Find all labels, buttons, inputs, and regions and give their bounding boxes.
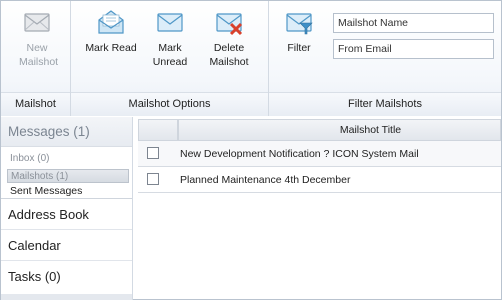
mailshot-group: New Mailshot Mailshot (1, 1, 71, 116)
mailshot-title-column-header[interactable]: Mailshot Title (181, 120, 500, 140)
mailshot-title-cell[interactable]: Planned Maintenance 4th December (180, 167, 350, 193)
nav-section-calendar[interactable]: Calendar (1, 229, 132, 260)
row-checkbox[interactable] (147, 173, 159, 185)
filter-label: Filter (287, 42, 311, 54)
mail-window: New Mailshot Mailshot Mark Read Mark Unr… (0, 0, 502, 300)
row-checkbox[interactable] (147, 147, 159, 159)
mark-unread-label: Mark Unread (152, 42, 188, 68)
mailshot-options-group: Mark Read Mark Unread Delete Mailshot Ma… (71, 1, 269, 116)
envelope-delete-icon (216, 13, 243, 36)
ribbon-toolbar: New Mailshot Mailshot Mark Read Mark Unr… (1, 1, 501, 116)
navigation-pane: Messages (1) Inbox (0) Mailshots (1) Sen… (1, 117, 133, 300)
table-row[interactable]: Planned Maintenance 4th December (138, 167, 501, 193)
nav-item-inbox[interactable]: Inbox (0) (1, 152, 132, 166)
nav-section-address-book[interactable]: Address Book (1, 198, 132, 229)
grid-header: Mailshot Title (138, 119, 501, 141)
envelope-icon (157, 13, 183, 32)
new-mailshot-label: New Mailshot (19, 42, 59, 68)
mark-read-label: Mark Read (85, 42, 137, 54)
nav-item-mailshots[interactable]: Mailshots (1) (7, 169, 129, 183)
mailshot-group-label: Mailshot (1, 92, 70, 116)
table-row[interactable]: New Development Notification ? ICON Syst… (138, 141, 501, 167)
mailshot-options-group-label: Mailshot Options (71, 92, 268, 116)
messages-header[interactable]: Messages (1) (1, 117, 132, 147)
open-envelope-icon (98, 10, 124, 34)
mark-unread-button[interactable]: Mark Unread (149, 7, 191, 69)
new-mailshot-button[interactable]: New Mailshot (19, 7, 59, 69)
mailshot-name-field[interactable] (333, 13, 494, 33)
filter-button[interactable]: Filter (281, 7, 317, 55)
delete-mailshot-label: Delete Mailshot (209, 42, 249, 68)
mailshot-grid: Mailshot Title New Development Notificat… (138, 119, 501, 193)
nav-item-sent-messages[interactable]: Sent Messages (1, 184, 132, 198)
envelope-filter-icon (286, 13, 313, 35)
filter-mailshots-group: Filter Filter Mailshots (269, 1, 501, 116)
select-column-header[interactable] (139, 120, 179, 140)
from-email-field[interactable] (333, 39, 494, 59)
nav-footer (1, 294, 132, 300)
filter-mailshots-group-label: Filter Mailshots (269, 92, 501, 116)
envelope-icon (24, 13, 50, 32)
mark-read-button[interactable]: Mark Read (83, 7, 139, 55)
delete-mailshot-button[interactable]: Delete Mailshot (201, 7, 257, 69)
mailshot-title-cell[interactable]: New Development Notification ? ICON Syst… (180, 141, 419, 167)
nav-section-tasks[interactable]: Tasks (0) (1, 260, 132, 294)
